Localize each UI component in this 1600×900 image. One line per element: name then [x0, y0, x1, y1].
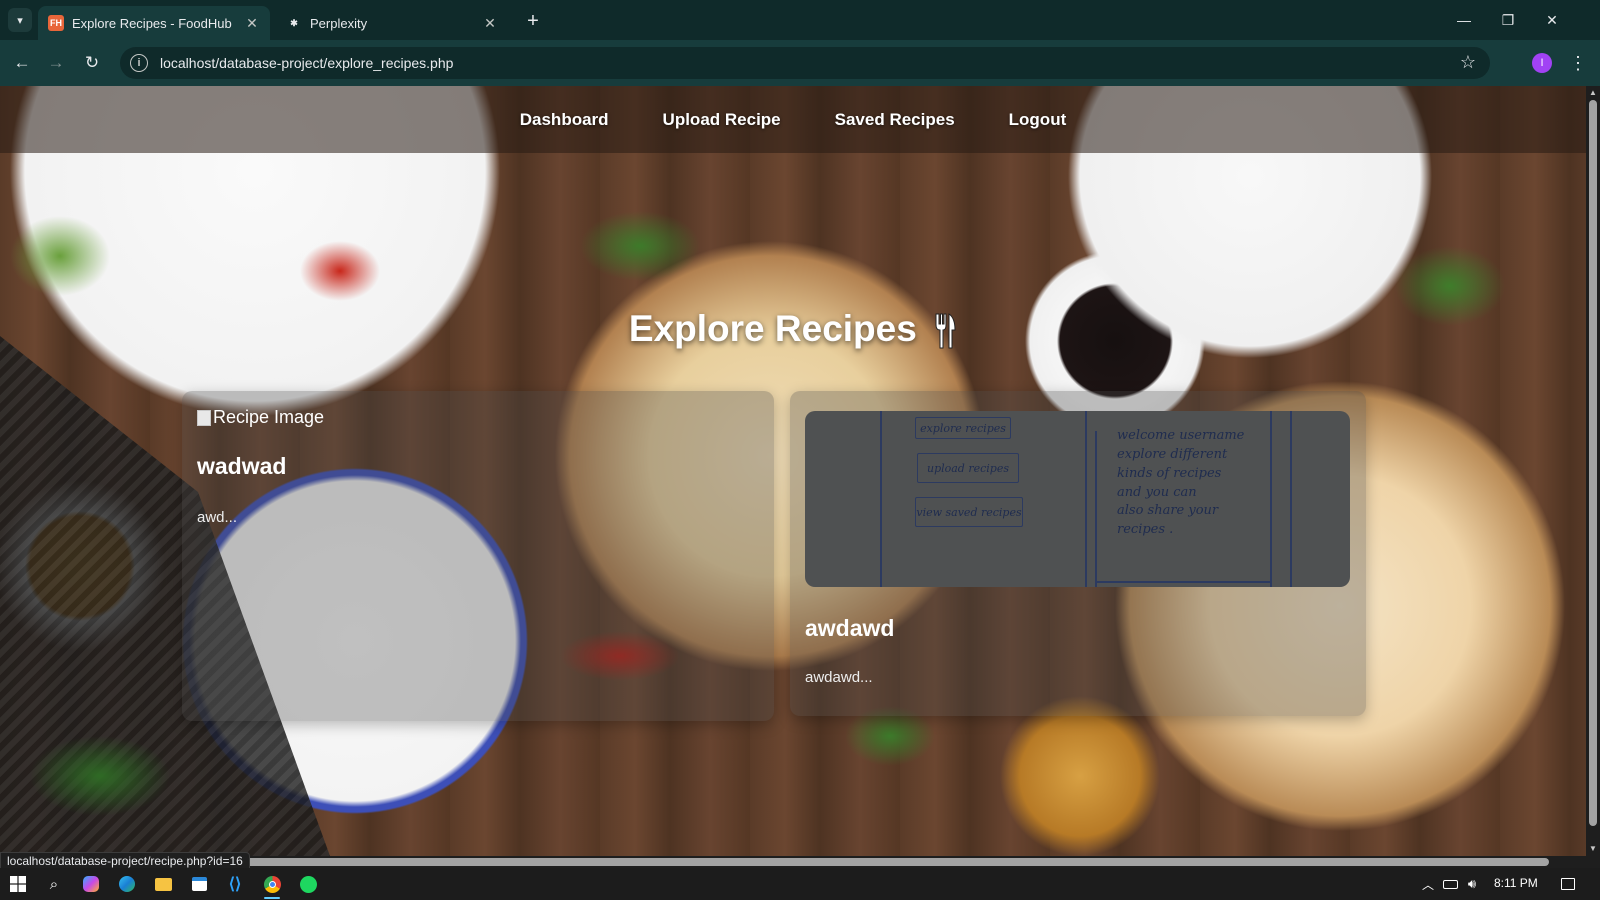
- new-tab-button[interactable]: +: [520, 8, 546, 34]
- recipe-title[interactable]: awdawd: [805, 615, 894, 642]
- sketch-button: upload recipes: [917, 453, 1019, 483]
- recipe-image-alt: Recipe Image: [213, 407, 325, 427]
- page-title: Explore Recipes: [0, 308, 1586, 350]
- close-window-button[interactable]: ✕: [1530, 6, 1574, 34]
- plus-icon: +: [527, 9, 539, 32]
- fork-knife-icon: [935, 313, 956, 349]
- address-url: localhost/database-project/explore_recip…: [160, 55, 454, 71]
- notification-center-button[interactable]: [1554, 872, 1582, 896]
- recipe-card[interactable]: Recipe Image wadwad awd...: [182, 391, 774, 721]
- address-bar[interactable]: i localhost/database-project/explore_rec…: [120, 47, 1490, 79]
- tab-strip: ▾ FH Explore Recipes - FoodHub ✕ ✱ Perpl…: [0, 0, 1600, 40]
- recipe-image[interactable]: Recipe Image: [197, 407, 324, 428]
- perplexity-favicon-icon: ✱: [290, 17, 298, 28]
- forward-button[interactable]: →: [42, 49, 70, 77]
- store-icon: [191, 877, 207, 891]
- taskbar-chrome[interactable]: [258, 872, 286, 899]
- vscode-icon: ⟨⟩: [228, 876, 242, 893]
- browser-menu-icon[interactable]: ⋮: [1568, 50, 1588, 76]
- recipe-description: awd...: [197, 509, 238, 526]
- sketch-divider: [880, 411, 882, 587]
- site-navbar: Dashboard Upload Recipe Saved Recipes Lo…: [0, 86, 1586, 153]
- arrow-left-icon: ←: [13, 53, 31, 72]
- sketch-button: explore recipes: [915, 417, 1011, 439]
- taskbar-file-explorer[interactable]: [149, 872, 177, 896]
- restore-button[interactable]: ❐: [1486, 6, 1530, 34]
- notification-icon: [1561, 878, 1575, 890]
- recipe-image[interactable]: explore recipes upload recipes view save…: [805, 411, 1350, 587]
- nav-link-saved-recipes[interactable]: Saved Recipes: [835, 110, 955, 130]
- tab-title: Perplexity: [310, 15, 368, 31]
- nav-link-logout[interactable]: Logout: [1009, 110, 1067, 130]
- speaker-icon: 🔊︎: [1467, 876, 1477, 891]
- sketch-note: welcome username explore different kinds…: [1117, 428, 1245, 538]
- edge-icon: [119, 876, 135, 892]
- taskbar-clock[interactable]: 8:11 PM: [1494, 876, 1538, 890]
- reload-icon: ↻: [84, 53, 100, 72]
- tab-perplexity[interactable]: ✱ Perplexity ✕: [276, 6, 508, 40]
- close-icon: ✕: [1546, 11, 1558, 28]
- spotify-icon: [299, 875, 317, 893]
- minimize-button[interactable]: —: [1442, 6, 1486, 34]
- taskbar-edge[interactable]: [113, 872, 141, 896]
- nav-link-dashboard[interactable]: Dashboard: [520, 110, 609, 130]
- site-info-icon[interactable]: i: [130, 54, 148, 72]
- tab-title: Explore Recipes - FoodHub: [72, 15, 232, 31]
- copilot-icon: [83, 876, 99, 892]
- sketch-divider: [1095, 581, 1270, 583]
- taskbar-vscode[interactable]: ⟨⟩: [221, 872, 249, 896]
- recipe-title[interactable]: wadwad: [197, 453, 286, 480]
- folder-icon: [154, 877, 172, 891]
- tab-explore-recipes[interactable]: FH Explore Recipes - FoodHub ✕: [38, 6, 270, 40]
- sketch-button: view saved recipes: [915, 497, 1023, 527]
- chrome-icon: [263, 875, 281, 893]
- reload-button[interactable]: ↻: [78, 49, 106, 77]
- restore-icon: ❐: [1501, 11, 1515, 28]
- sketch-divider: [1085, 411, 1087, 587]
- sketch-divider: [1270, 411, 1272, 587]
- sketch-divider: [1095, 431, 1097, 587]
- taskbar: ⌕ ⟨⟩ ︿ 🔊︎ 8:11 PM: [0, 868, 1600, 900]
- minimize-icon: —: [1457, 12, 1471, 28]
- scroll-up-icon[interactable]: ▲: [1586, 86, 1600, 98]
- close-tab-icon[interactable]: ✕: [482, 15, 498, 32]
- chevron-down-icon: ▾: [17, 14, 23, 27]
- search-icon: ⌕: [49, 875, 59, 893]
- broken-image-icon: [197, 409, 211, 426]
- tab-search-button[interactable]: ▾: [8, 8, 32, 32]
- taskbar-search-button[interactable]: ⌕: [40, 872, 68, 896]
- taskbar-copilot[interactable]: [77, 872, 105, 896]
- page-title-text: Explore Recipes: [628, 308, 917, 349]
- scrollbar-thumb[interactable]: [1589, 100, 1597, 826]
- page-viewport: Dashboard Upload Recipe Saved Recipes Lo…: [0, 86, 1586, 856]
- taskbar-spotify[interactable]: [294, 872, 322, 896]
- vertical-scrollbar[interactable]: ▲ ▼: [1586, 86, 1600, 856]
- foodhub-favicon-icon: FH: [48, 15, 64, 31]
- back-button[interactable]: ←: [8, 49, 36, 77]
- chevron-up-icon: ︿: [1421, 877, 1434, 892]
- bookmark-star-icon[interactable]: ☆: [1460, 52, 1476, 73]
- taskbar-store[interactable]: [185, 872, 213, 896]
- close-tab-icon[interactable]: ✕: [244, 15, 260, 32]
- volume-indicator[interactable]: 🔊︎: [1458, 872, 1486, 896]
- sketch-divider: [1290, 411, 1292, 587]
- windows-logo-icon: [10, 876, 26, 892]
- recipe-card[interactable]: explore recipes upload recipes view save…: [790, 391, 1366, 716]
- browser-toolbar: ← → ↻ i localhost/database-project/explo…: [0, 40, 1600, 86]
- scroll-down-icon[interactable]: ▼: [1586, 842, 1600, 854]
- battery-icon: [1442, 879, 1458, 889]
- recipe-description: awdawd...: [805, 669, 873, 686]
- profile-avatar[interactable]: I: [1532, 53, 1552, 73]
- arrow-right-icon: →: [47, 53, 65, 72]
- nav-link-upload-recipe[interactable]: Upload Recipe: [663, 110, 781, 130]
- start-button[interactable]: [4, 872, 32, 896]
